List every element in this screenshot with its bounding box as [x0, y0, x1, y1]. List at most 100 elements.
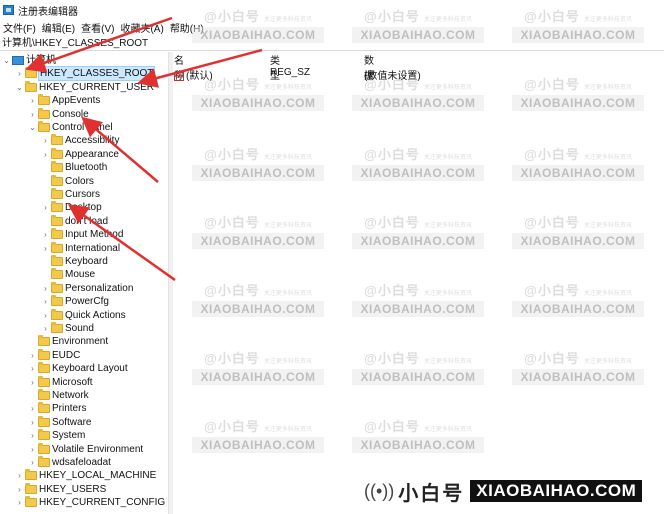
pane-splitter[interactable] — [168, 52, 173, 514]
chevron-right-icon[interactable]: › — [41, 242, 50, 255]
chevron-right-icon[interactable]: › — [28, 402, 37, 415]
chevron-right-icon[interactable]: › — [28, 429, 37, 442]
watermark-cn-small: 关注更多科技资讯 — [583, 85, 632, 91]
watermark-cn: @小白号 — [524, 351, 580, 366]
tree-node[interactable]: › Input Method — [41, 228, 123, 241]
tree-node-label: Personalization — [65, 282, 134, 294]
tree-node[interactable]: › PowerCfg — [41, 295, 109, 308]
menu-help[interactable]: 帮助(H) — [167, 20, 207, 35]
tree-node[interactable]: Mouse — [41, 268, 95, 281]
tree-node[interactable]: › System — [28, 429, 85, 442]
tree-node[interactable]: don't load — [41, 214, 108, 228]
tree-node[interactable]: › Desktop — [41, 201, 102, 214]
chevron-right-icon[interactable]: › — [28, 349, 37, 362]
chevron-down-icon[interactable]: ⌄ — [15, 81, 24, 94]
chevron-down-icon[interactable]: ⌄ — [2, 54, 11, 67]
tree-node-label: Appearance — [65, 148, 119, 160]
chevron-right-icon[interactable]: › — [28, 416, 37, 429]
folder-icon — [51, 295, 63, 307]
watermark-cn: @小白号 — [364, 419, 420, 434]
folder-icon — [51, 201, 63, 213]
chevron-right-icon[interactable]: › — [41, 228, 50, 241]
chevron-right-icon[interactable]: › — [28, 376, 37, 389]
folder-icon — [38, 335, 50, 347]
tree-node-label: HKEY_LOCAL_MACHINE — [39, 470, 157, 482]
chevron-down-icon[interactable]: ⌄ — [28, 121, 37, 134]
folder-icon — [38, 415, 50, 427]
chevron-right-icon[interactable]: › — [41, 201, 50, 214]
tree-node[interactable]: › AppEvents — [28, 94, 100, 107]
tree-node[interactable]: › EUDC — [28, 348, 80, 362]
tree-node[interactable]: Environment — [28, 335, 108, 348]
watermark-tile: @小白号 关注更多科技资讯 XIAOBAIHAO.COM — [192, 348, 324, 385]
chevron-right-icon[interactable]: › — [28, 94, 37, 107]
tree-node[interactable]: › Software — [28, 415, 92, 429]
folder-icon — [38, 362, 50, 374]
chevron-right-icon[interactable]: › — [41, 322, 50, 335]
folder-icon — [25, 482, 37, 494]
tree-node[interactable]: ⌄ 计算机 — [2, 54, 56, 67]
tree-node[interactable]: › HKEY_USERS — [15, 482, 106, 496]
chevron-right-icon[interactable]: › — [28, 443, 37, 456]
folder-icon — [38, 456, 50, 467]
tree-node[interactable]: Colors — [41, 174, 94, 188]
chevron-right-icon[interactable]: › — [41, 148, 50, 161]
chevron-right-icon[interactable]: › — [28, 108, 37, 121]
chevron-right-icon[interactable]: › — [15, 496, 24, 509]
tree-node[interactable]: › HKEY_LOCAL_MACHINE — [15, 469, 156, 482]
menu-view[interactable]: 查看(V) — [78, 20, 117, 35]
tree-node[interactable]: Network — [28, 389, 89, 402]
tree-node[interactable]: › HKEY_CURRENT_CONFIG — [15, 496, 165, 509]
tree-node[interactable]: › Microsoft — [28, 375, 93, 389]
folder-icon — [25, 67, 37, 79]
tree-node-label: Software — [52, 416, 92, 428]
tree-node[interactable]: › Quick Actions — [41, 308, 126, 322]
watermark-cn-small: 关注更多科技资讯 — [263, 155, 312, 161]
tree-node[interactable]: › Accessibility — [41, 134, 119, 147]
chevron-right-icon[interactable]: › — [15, 469, 24, 482]
chevron-right-icon[interactable]: › — [15, 67, 24, 80]
tree-node[interactable]: › Printers — [28, 402, 86, 415]
folder-icon — [38, 429, 50, 441]
registry-tree[interactable]: ⌄ 计算机 › HKEY_CLASSES_ROOT ⌄ HKEY_CURRENT_USER… — [0, 52, 168, 514]
chevron-right-icon[interactable]: › — [15, 483, 24, 496]
tree-node[interactable]: Bluetooth — [41, 161, 107, 174]
watermark-cn: @小白号 — [364, 351, 420, 366]
menu-file[interactable]: 文件(F) — [0, 20, 39, 35]
address-bar[interactable]: 计算机\HKEY_CLASSES_ROOT — [0, 37, 664, 51]
watermark-en: XIAOBAIHAO.COM — [512, 301, 644, 317]
tree-node[interactable]: Keyboard — [41, 255, 108, 268]
chevron-right-icon[interactable]: › — [41, 309, 50, 322]
watermark-cn: @小白号 — [524, 147, 580, 162]
tree-node[interactable]: › Keyboard Layout — [28, 362, 128, 375]
tree-node[interactable]: › wdsafeloadat — [28, 456, 111, 469]
chevron-right-icon[interactable]: › — [28, 456, 37, 469]
watermark-en: XIAOBAIHAO.COM — [352, 165, 484, 181]
menu-favorites[interactable]: 收藏夹(A) — [117, 20, 166, 35]
tree-node[interactable]: ⌄ HKEY_CURRENT_USER — [15, 80, 154, 94]
watermark-tile: @小白号 关注更多科技资讯 XIAOBAIHAO.COM — [512, 280, 644, 317]
folder-icon — [51, 228, 63, 240]
tree-node[interactable]: › Appearance — [41, 147, 119, 161]
folder-icon — [51, 214, 63, 226]
tree-node[interactable]: › Sound — [41, 322, 94, 335]
tree-node-label: Mouse — [65, 269, 96, 281]
tree-node[interactable]: Cursors — [41, 188, 100, 201]
watermark-cn-small: 关注更多科技资讯 — [263, 85, 312, 91]
chevron-right-icon[interactable]: › — [41, 295, 50, 308]
chevron-right-icon[interactable]: › — [41, 282, 50, 295]
chevron-right-icon[interactable]: › — [41, 134, 50, 147]
tree-node[interactable]: › Console — [28, 107, 89, 121]
watermark-tile: @小白号 关注更多科技资讯 XIAOBAIHAO.COM — [512, 74, 644, 111]
menu-edit[interactable]: 编辑(E) — [39, 20, 78, 35]
tree-node[interactable]: › HKEY_CLASSES_ROOT — [15, 66, 156, 82]
watermark-en: XIAOBAIHAO.COM — [352, 437, 484, 453]
tree-node-label: Volatile Environment — [52, 443, 144, 455]
chevron-right-icon[interactable]: › — [28, 362, 37, 375]
tree-node[interactable]: › Personalization — [41, 281, 134, 295]
watermark-cn: @小白号 — [524, 215, 580, 230]
tree-node[interactable]: ⌄ Control Panel — [28, 121, 113, 134]
tree-node[interactable]: › International — [41, 241, 120, 255]
tree-node[interactable]: › Volatile Environment — [28, 442, 144, 456]
